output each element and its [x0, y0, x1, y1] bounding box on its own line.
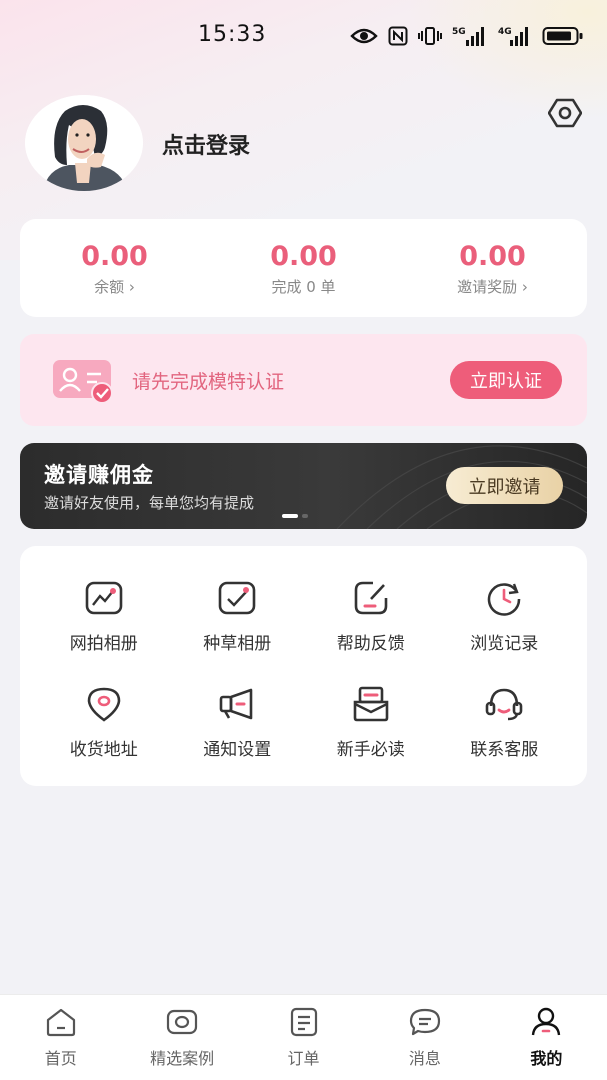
album-check-icon — [218, 581, 256, 615]
feature-label: 收货地址 — [69, 740, 138, 760]
invite-subtitle: 邀请好友使用，每单您均有提成 — [44, 494, 255, 512]
bottom-tab-bar: 首页 精选案例 订单 消息 我的 — [0, 994, 607, 1080]
feature-address[interactable]: 收货地址 — [37, 684, 171, 760]
feature-label: 帮助反馈 — [336, 634, 405, 654]
avatar[interactable] — [25, 95, 143, 191]
mail-inbox-icon — [353, 686, 389, 722]
model-verify-card[interactable]: 请先完成模特认证 立即认证 — [20, 334, 587, 426]
feedback-edit-icon — [354, 581, 388, 615]
order-list-icon — [290, 1007, 317, 1037]
feature-label: 浏览记录 — [470, 634, 539, 654]
vibrate-icon — [418, 27, 442, 45]
camera-icon — [167, 1009, 198, 1035]
stat-value: 0.00 — [270, 241, 337, 272]
feature-beginner-guide[interactable]: 新手必读 — [304, 684, 438, 760]
feature-label: 联系客服 — [470, 740, 539, 760]
tab-mine[interactable]: 我的 — [486, 995, 607, 1080]
tab-label: 我的 — [530, 1049, 563, 1068]
chevron-right-icon: › — [128, 278, 135, 296]
settings-icon[interactable] — [547, 98, 583, 128]
stat-label: 邀请奖励 › — [457, 278, 528, 296]
signal-5g-icon: 5G — [452, 27, 484, 46]
chevron-right-icon: › — [521, 278, 528, 296]
verify-now-button[interactable]: 立即认证 — [450, 361, 562, 399]
network-5g-label: 5G — [452, 27, 466, 37]
photo-album-icon — [85, 581, 123, 615]
location-pin-icon — [87, 687, 121, 722]
feature-photo-album[interactable]: 网拍相册 — [37, 578, 171, 654]
tab-label: 首页 — [44, 1049, 77, 1068]
feature-grid: 网拍相册 种草相册 帮助反馈 浏览记录 收货地址 通知设置 新手必读 联系客服 — [37, 578, 571, 760]
stat-balance[interactable]: 0.00 余额 › — [20, 219, 209, 317]
avatar-illustration — [25, 95, 143, 191]
tab-orders[interactable]: 订单 — [243, 995, 364, 1080]
status-time: 15:33 — [198, 22, 267, 47]
history-clock-icon — [487, 583, 521, 616]
message-icon — [409, 1008, 441, 1036]
tab-label: 消息 — [408, 1049, 441, 1068]
id-card-verify-icon — [53, 358, 115, 404]
feature-customer-service[interactable]: 联系客服 — [438, 684, 572, 760]
nfc-icon — [388, 26, 408, 46]
eye-icon — [350, 28, 378, 44]
feature-feedback[interactable]: 帮助反馈 — [304, 578, 438, 654]
status-icons: 5G 4G — [350, 22, 584, 50]
battery-icon — [542, 27, 583, 45]
carousel-indicator — [282, 514, 308, 518]
stats-card: 0.00 余额 › 0.00 完成 0 单 0.00 邀请奖励 › — [20, 219, 587, 317]
stat-label: 余额 › — [94, 278, 135, 296]
tab-home[interactable]: 首页 — [0, 995, 121, 1080]
login-prompt[interactable]: 点击登录 — [162, 128, 250, 160]
feature-label: 新手必读 — [336, 740, 405, 760]
feature-label: 通知设置 — [203, 740, 272, 760]
stat-invite-reward[interactable]: 0.00 邀请奖励 › — [398, 219, 587, 317]
stat-value: 0.00 — [459, 241, 526, 272]
carousel-dot-active — [282, 514, 298, 518]
feature-grid-card: 网拍相册 种草相册 帮助反馈 浏览记录 收货地址 通知设置 新手必读 联系客服 — [20, 546, 587, 786]
tab-messages[interactable]: 消息 — [364, 995, 485, 1080]
feature-label: 种草相册 — [203, 634, 272, 654]
signal-4g-icon: 4G — [498, 27, 528, 46]
network-4g-label: 4G — [498, 27, 512, 37]
stat-value: 0.00 — [81, 241, 148, 272]
invite-now-button[interactable]: 立即邀请 — [446, 467, 563, 504]
stat-label: 完成 0 单 — [271, 278, 336, 296]
tab-featured-cases[interactable]: 精选案例 — [121, 995, 242, 1080]
carousel-dot — [302, 514, 308, 518]
feature-label: 网拍相册 — [69, 634, 138, 654]
feature-seed-album[interactable]: 种草相册 — [171, 578, 305, 654]
headset-icon — [485, 688, 523, 721]
megaphone-icon — [219, 688, 253, 720]
tab-label: 订单 — [287, 1049, 320, 1068]
stat-completed: 0.00 完成 0 单 — [209, 219, 398, 317]
feature-history[interactable]: 浏览记录 — [438, 578, 572, 654]
feature-notification[interactable]: 通知设置 — [171, 684, 305, 760]
verify-prompt: 请先完成模特认证 — [132, 371, 285, 393]
tab-label: 精选案例 — [150, 1049, 215, 1068]
home-icon — [46, 1008, 75, 1037]
invite-title: 邀请赚佣金 — [44, 463, 154, 487]
invite-banner[interactable]: 邀请赚佣金 邀请好友使用，每单您均有提成 立即邀请 — [20, 443, 587, 529]
user-icon — [532, 1007, 561, 1036]
